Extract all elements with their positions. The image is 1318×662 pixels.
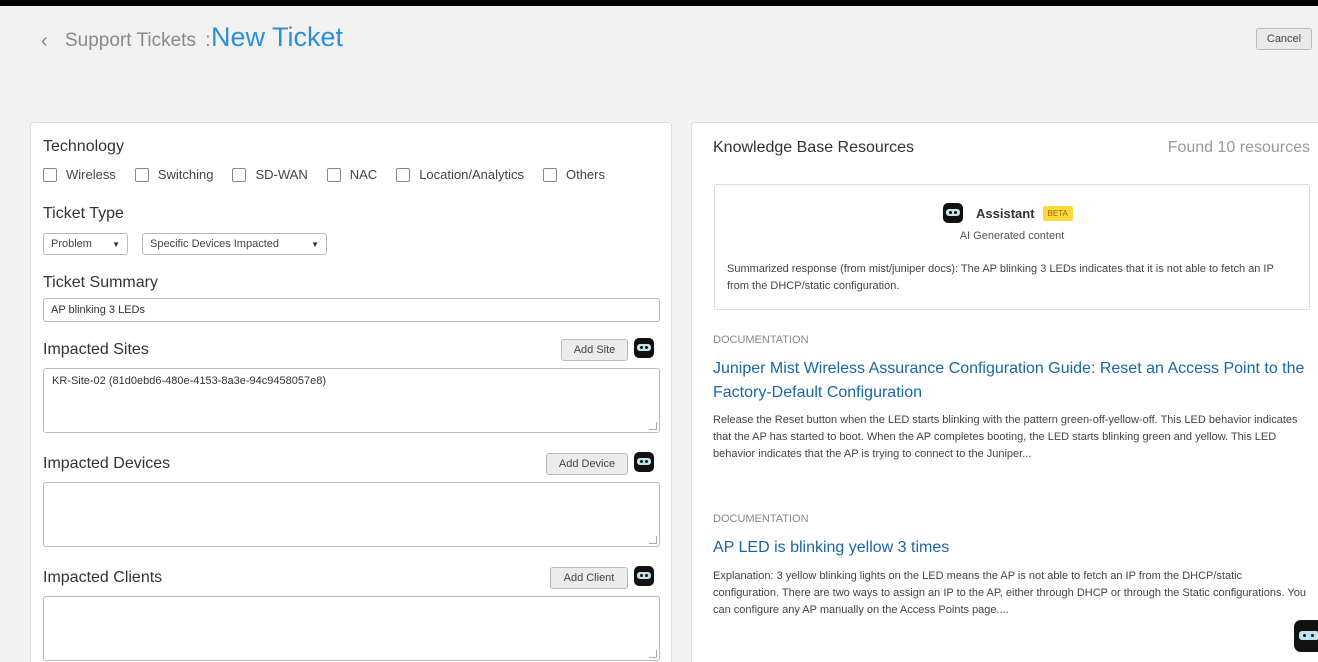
technology-options: Wireless Switching SD-WAN NAC Location/A…	[43, 167, 624, 182]
tech-option-location-analytics[interactable]: Location/Analytics	[396, 167, 524, 182]
ticket-type-select[interactable]: Problem ▼	[43, 233, 128, 255]
breadcrumb[interactable]: Support Tickets :	[65, 30, 215, 52]
ticket-form-panel: Technology Wireless Switching SD-WAN NAC…	[30, 122, 672, 662]
doc-category-label: DOCUMENTATION	[713, 334, 809, 346]
resize-handle[interactable]	[649, 422, 657, 430]
resize-handle[interactable]	[649, 650, 657, 658]
add-site-button[interactable]: Add Site	[561, 339, 628, 361]
assistant-response: Summarized response (from mist/juniper d…	[727, 263, 1274, 292]
assistant-bot-icon[interactable]	[634, 338, 654, 358]
page: ‹ Support Tickets : New Ticket Cancel Te…	[0, 0, 1318, 662]
caret-down-icon: ▼	[112, 239, 120, 249]
breadcrumb-separator: :	[205, 30, 211, 51]
add-device-button[interactable]: Add Device	[546, 453, 628, 475]
impacted-devices-label: Impacted Devices	[43, 455, 171, 472]
checkbox[interactable]	[43, 167, 57, 182]
impacted-devices-textarea[interactable]	[43, 482, 660, 547]
impact-scope-select[interactable]: Specific Devices Impacted ▼	[142, 233, 327, 255]
tech-option-nac[interactable]: NAC	[326, 167, 377, 182]
knowledge-base-panel: Knowledge Base Resources Found 10 resour…	[691, 122, 1318, 662]
impacted-sites-textarea[interactable]: KR-Site-02 (81d0ebd6-480e-4153-8a3e-94c9…	[43, 368, 660, 433]
ticket-summary-label: Ticket Summary	[43, 274, 158, 291]
assistant-card: Assistant BETA AI Generated content Summ…	[714, 184, 1310, 310]
impacted-clients-label: Impacted Clients	[43, 569, 163, 586]
cancel-button[interactable]: Cancel	[1256, 28, 1312, 50]
ticket-type-label: Ticket Type	[43, 205, 124, 222]
assistant-bot-icon	[943, 203, 963, 223]
tech-option-sd-wan[interactable]: SD-WAN	[232, 167, 308, 182]
tech-option-switching[interactable]: Switching	[134, 167, 213, 182]
impacted-clients-textarea[interactable]	[43, 596, 660, 661]
kb-title: Knowledge Base Resources	[713, 139, 915, 156]
assistant-name: Assistant	[976, 205, 1035, 221]
impacted-sites-label: Impacted Sites	[43, 341, 149, 358]
doc-excerpt: Release the Reset button when the LED st…	[713, 414, 1298, 460]
ticket-summary-input[interactable]	[43, 298, 660, 322]
assistant-header: Assistant BETA	[943, 203, 1073, 223]
checkbox[interactable]	[396, 167, 411, 182]
beta-badge: BETA	[1042, 205, 1073, 221]
add-client-button[interactable]: Add Client	[550, 567, 628, 589]
tech-option-wireless[interactable]: Wireless	[43, 167, 116, 182]
checkbox[interactable]	[134, 167, 149, 182]
doc-excerpt: Explanation: 3 yellow blinking lights on…	[713, 570, 1306, 616]
checkbox[interactable]	[542, 167, 557, 182]
kb-result-count: Found 10 resources	[1167, 139, 1310, 156]
page-title: New Ticket	[211, 22, 344, 52]
technology-label: Technology	[43, 138, 124, 155]
breadcrumb-support-tickets[interactable]: Support Tickets	[65, 30, 196, 51]
resize-handle[interactable]	[649, 536, 657, 544]
caret-down-icon: ▼	[311, 239, 319, 249]
back-chevron-icon[interactable]: ‹	[41, 30, 48, 53]
doc-title-link[interactable]: Juniper Mist Wireless Assurance Configur…	[713, 357, 1313, 405]
floating-assistant-bot-icon[interactable]	[1294, 620, 1318, 652]
doc-category-label: DOCUMENTATION	[713, 513, 809, 525]
ai-generated-note: AI Generated content	[959, 230, 1065, 242]
tech-option-others[interactable]: Others	[542, 167, 605, 182]
assistant-bot-icon[interactable]	[634, 566, 654, 586]
checkbox[interactable]	[232, 167, 247, 182]
checkbox[interactable]	[326, 167, 341, 182]
doc-title-link[interactable]: AP LED is blinking yellow 3 times	[713, 536, 1313, 560]
assistant-bot-icon[interactable]	[634, 452, 654, 472]
